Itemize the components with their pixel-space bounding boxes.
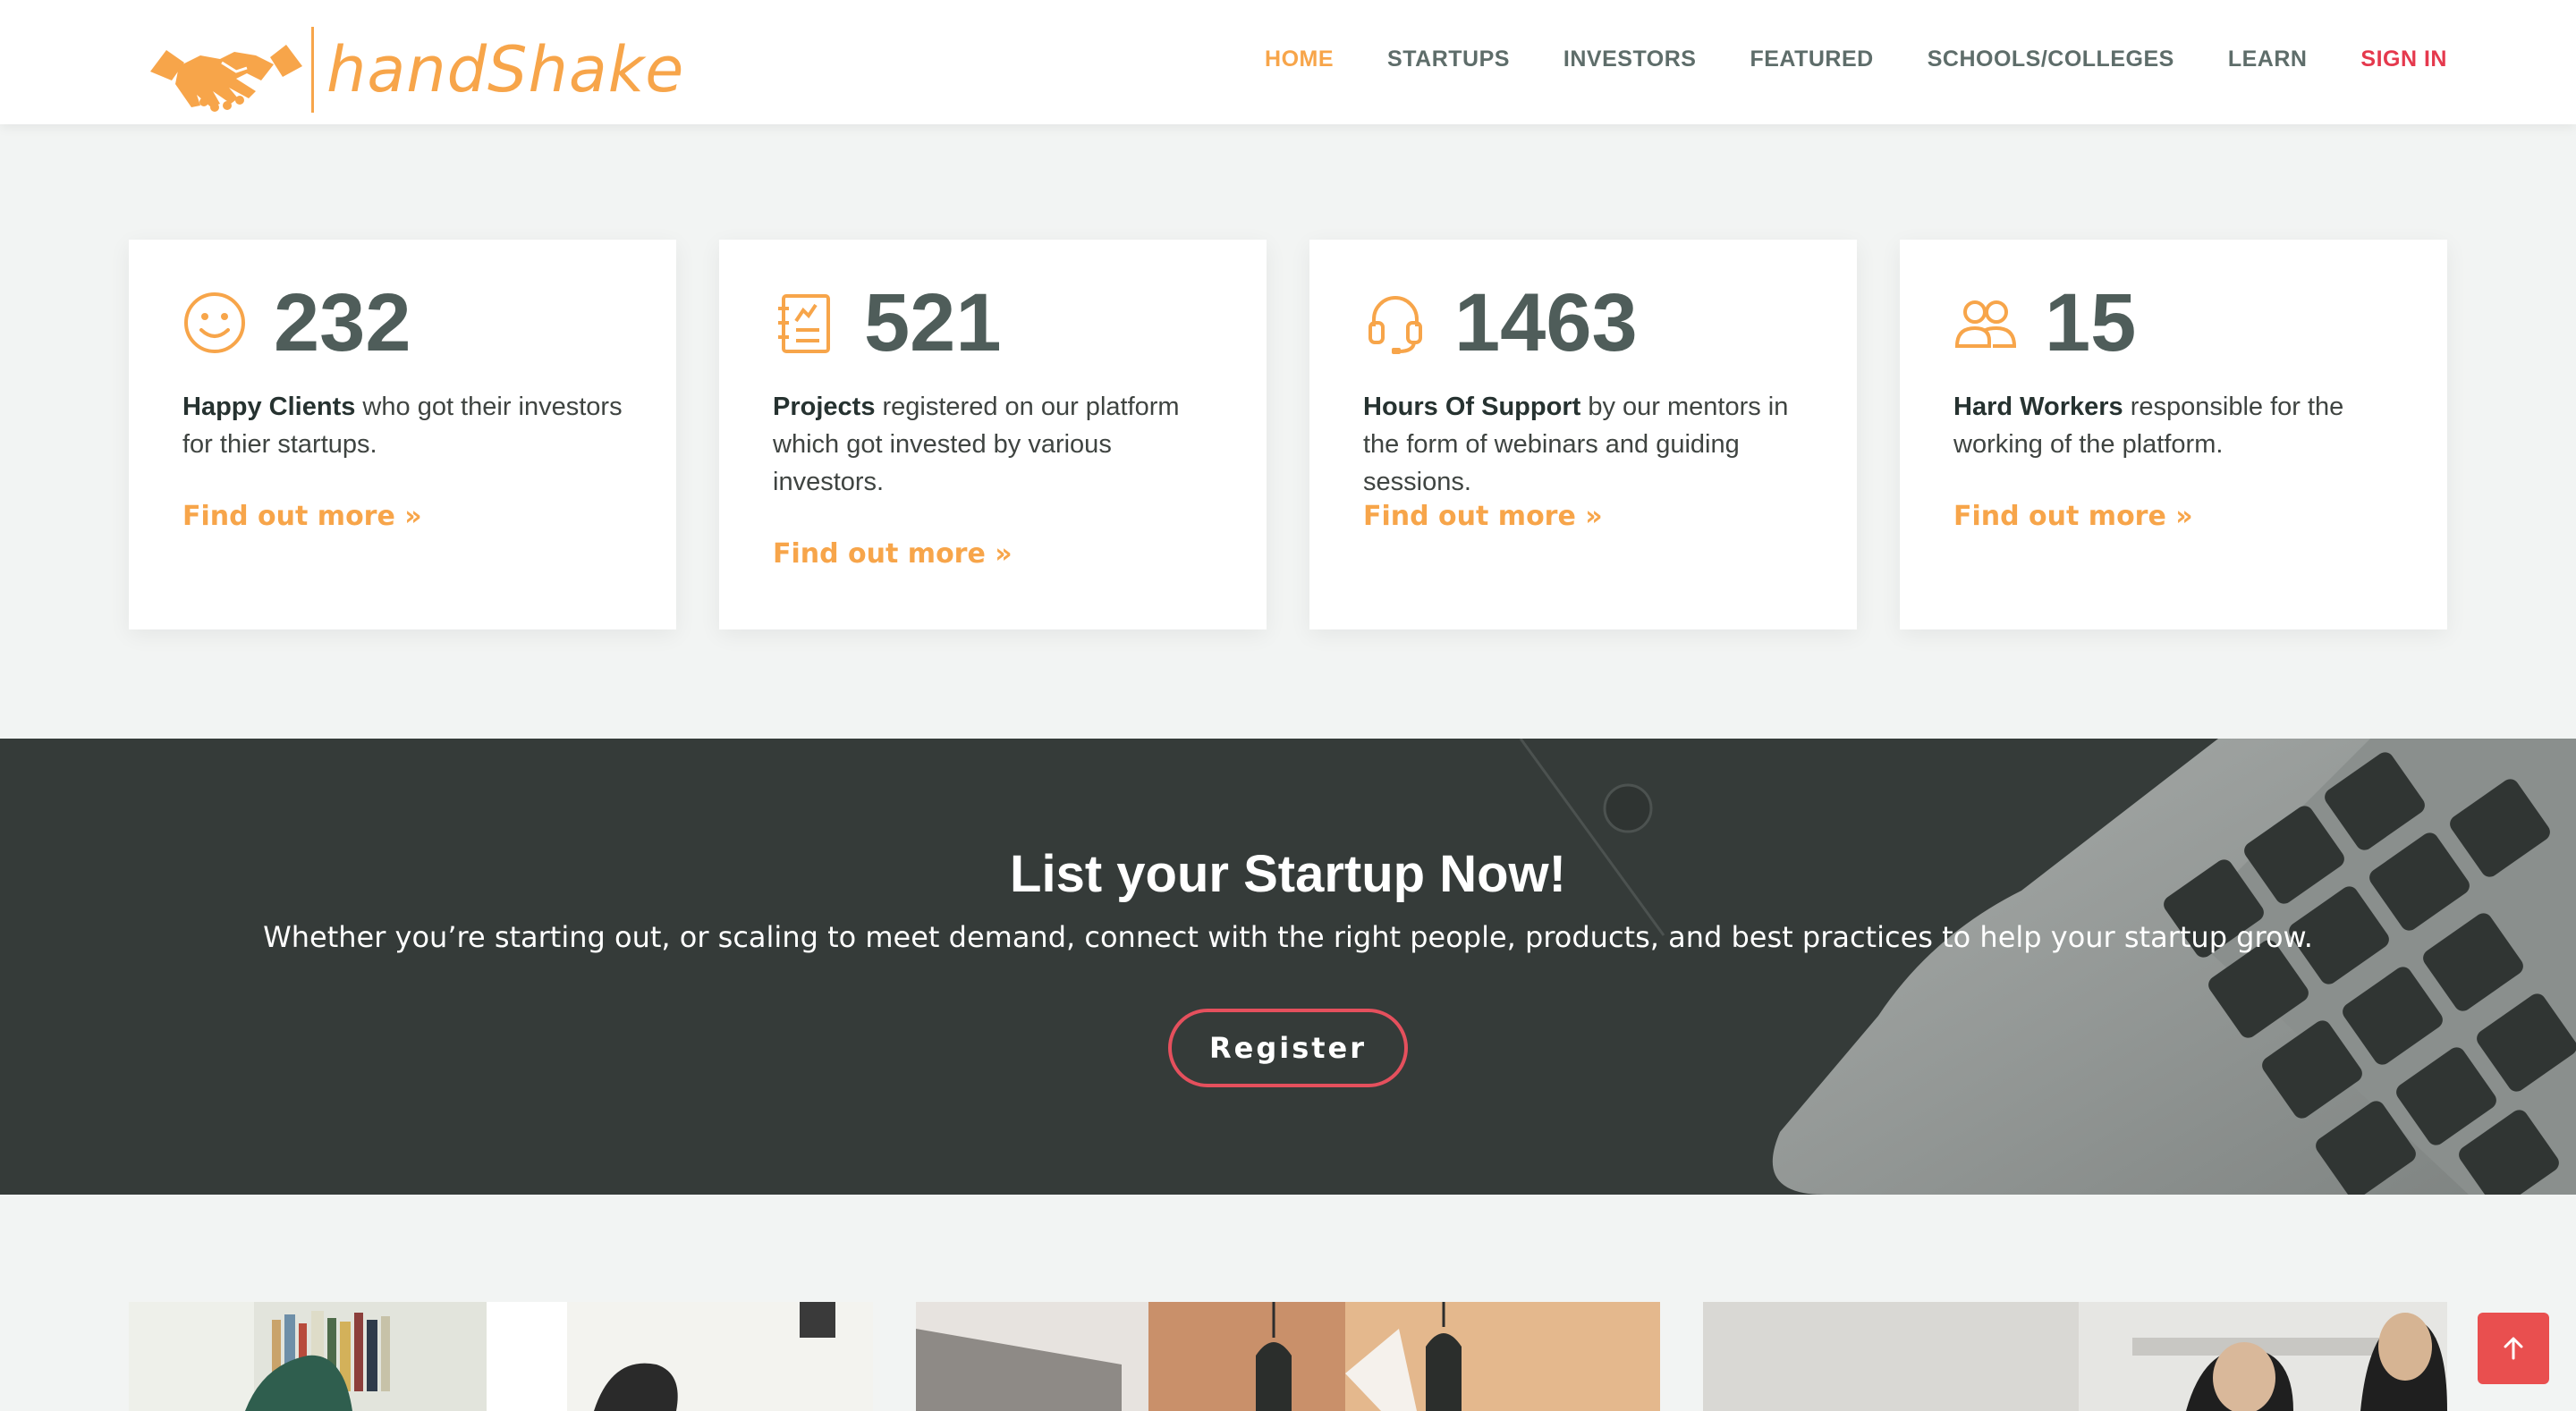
stat-card-projects: 521 Projects registered on our platform … bbox=[719, 240, 1267, 629]
nav-featured[interactable]: FEATURED bbox=[1750, 46, 1873, 72]
find-out-more-link[interactable]: Find out more » bbox=[1363, 501, 1603, 532]
nav-schools-colleges[interactable]: SCHOOLS/COLLEGES bbox=[1928, 46, 2174, 72]
register-button[interactable]: Register bbox=[1168, 1009, 1408, 1087]
nav-learn[interactable]: LEARN bbox=[2228, 46, 2308, 72]
stat-number: 232 bbox=[274, 277, 411, 368]
stat-card-hard-workers: 15 Hard Workers responsible for the work… bbox=[1900, 240, 2447, 629]
handshake-icon bbox=[150, 45, 302, 112]
headset-icon bbox=[1368, 296, 1422, 354]
stat-label: Hard Workers bbox=[1953, 393, 2123, 421]
stat-card-hours-of-support: 1463 Hours Of Support by our mentors in … bbox=[1309, 240, 1857, 629]
logo-divider bbox=[311, 27, 314, 113]
feature-image-office-lamps[interactable] bbox=[916, 1302, 1660, 1411]
nav-startups[interactable]: STARTUPS bbox=[1387, 46, 1510, 72]
arrow-up-icon bbox=[2504, 1337, 2523, 1360]
brand-logo[interactable]: handShake bbox=[147, 25, 684, 114]
laptop-background-image bbox=[0, 739, 2576, 1195]
find-out-more-link[interactable]: Find out more » bbox=[1953, 501, 2193, 532]
find-out-more-link[interactable]: Find out more » bbox=[773, 538, 1013, 570]
nav-investors[interactable]: INVESTORS bbox=[1563, 46, 1697, 72]
stat-card-happy-clients: 232 Happy Clients who got their investor… bbox=[129, 240, 676, 629]
stat-description: Hard Workers responsible for the working… bbox=[1953, 388, 2401, 463]
site-header: handShake HOME STARTUPS INVESTORS FEATUR… bbox=[0, 0, 2576, 124]
stat-number: 1463 bbox=[1454, 277, 1638, 368]
stat-description: Projects registered on our platform whic… bbox=[773, 388, 1220, 501]
users-icon bbox=[1954, 300, 2017, 348]
nav-home[interactable]: HOME bbox=[1265, 46, 1334, 72]
stat-number: 15 bbox=[2045, 277, 2137, 368]
scroll-to-top-button[interactable] bbox=[2478, 1313, 2549, 1384]
stat-label: Happy Clients bbox=[182, 393, 356, 421]
stats-section: 232 Happy Clients who got their investor… bbox=[129, 240, 2447, 629]
main-nav: HOME STARTUPS INVESTORS FEATURED SCHOOLS… bbox=[1211, 46, 2447, 72]
register-cta-section: List your Startup Now! Whether you’re st… bbox=[0, 739, 2576, 1195]
feature-image-team-meeting[interactable] bbox=[1703, 1302, 2447, 1411]
find-out-more-link[interactable]: Find out more » bbox=[182, 501, 422, 532]
smiley-icon bbox=[184, 292, 245, 353]
cta-title: List your Startup Now! bbox=[1010, 845, 1566, 903]
nav-sign-in[interactable]: SIGN IN bbox=[2360, 46, 2447, 72]
feature-images-row bbox=[0, 1302, 2576, 1411]
cta-subtitle: Whether you’re starting out, or scaling … bbox=[263, 920, 2313, 954]
stat-label: Projects bbox=[773, 393, 876, 421]
stat-label: Hours Of Support bbox=[1363, 393, 1581, 421]
feature-image-bookshelf[interactable] bbox=[129, 1302, 873, 1411]
stat-description: Hours Of Support by our mentors in the f… bbox=[1363, 388, 1810, 501]
clipboard-icon bbox=[778, 294, 830, 353]
stat-description: Happy Clients who got their investors fo… bbox=[182, 388, 630, 463]
stat-number: 521 bbox=[864, 277, 1002, 368]
brand-name: handShake bbox=[326, 33, 685, 106]
